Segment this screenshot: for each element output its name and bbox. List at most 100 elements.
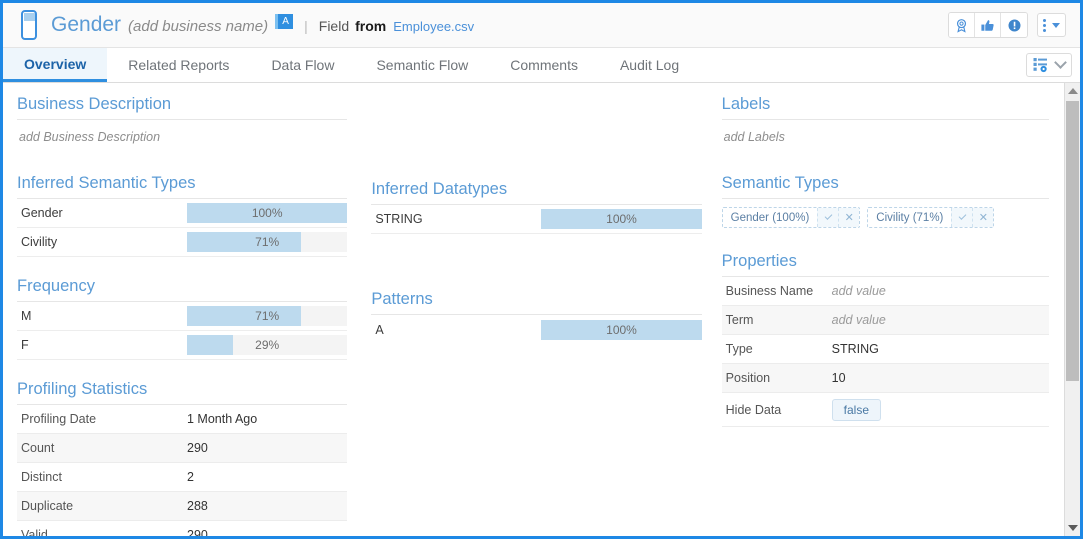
thumbs-up-icon[interactable] xyxy=(975,13,1001,37)
semantic-types-title: Semantic Types xyxy=(722,174,1049,199)
stat-key: Valid xyxy=(17,528,187,536)
bar-row: Civility 71% xyxy=(17,228,347,257)
column-field-icon xyxy=(21,10,37,40)
accept-icon[interactable] xyxy=(951,208,972,227)
bar-percent: 100% xyxy=(541,209,701,229)
bar-label: Gender xyxy=(17,206,187,220)
tab-label: Comments xyxy=(510,57,578,73)
property-key: Type xyxy=(722,342,832,356)
stat-key: Duplicate xyxy=(17,499,187,513)
layout-settings-button[interactable] xyxy=(1026,53,1072,77)
header-separator: | xyxy=(304,18,308,34)
tab-overview[interactable]: Overview xyxy=(3,48,107,82)
chevron-down-icon xyxy=(1052,23,1060,28)
bar-label: F xyxy=(17,338,187,352)
labels-input[interactable]: add Labels xyxy=(722,120,1049,144)
tab-label: Related Reports xyxy=(128,57,229,73)
hide-data-toggle[interactable]: false xyxy=(832,399,881,421)
bar-percent: 29% xyxy=(187,335,347,355)
left-column: Business Description add Business Descri… xyxy=(3,83,359,536)
tab-comments[interactable]: Comments xyxy=(489,48,599,82)
profiling-statistics-table: Profiling Date 1 Month Ago Count 290 Dis… xyxy=(17,405,347,536)
scroll-up-arrow-icon[interactable] xyxy=(1065,83,1080,99)
warning-icon[interactable] xyxy=(1001,13,1027,37)
property-key: Hide Data xyxy=(722,403,832,417)
certify-icon[interactable] xyxy=(949,13,975,37)
table-row: Position 10 xyxy=(722,364,1049,393)
right-column: Labels add Labels Semantic Types Gender … xyxy=(714,83,1063,536)
tab-related-reports[interactable]: Related Reports xyxy=(107,48,250,82)
tab-label: Data Flow xyxy=(271,57,334,73)
business-name-placeholder[interactable]: (add business name) xyxy=(128,18,268,35)
page-title: Gender xyxy=(51,13,121,37)
table-row: Profiling Date 1 Month Ago xyxy=(17,405,347,434)
bar-label: Civility xyxy=(17,235,187,249)
stat-value: 2 xyxy=(187,470,194,484)
patterns-title: Patterns xyxy=(371,290,701,315)
source-dataset-link[interactable]: Employee.csv xyxy=(393,19,474,34)
accept-icon[interactable] xyxy=(817,208,838,227)
reject-icon[interactable]: ✕ xyxy=(838,208,859,227)
property-key: Position xyxy=(722,371,832,385)
bar-track: 71% xyxy=(187,232,347,252)
properties-table: Business Name add value Term add value T… xyxy=(722,277,1049,427)
vertical-scrollbar[interactable] xyxy=(1064,83,1080,536)
bar-percent: 71% xyxy=(187,306,347,326)
bar-percent: 100% xyxy=(541,320,701,340)
tab-semantic-flow[interactable]: Semantic Flow xyxy=(355,48,489,82)
bar-row: F 29% xyxy=(17,331,347,360)
entity-type-label: Field xyxy=(319,18,349,34)
frequency-title: Frequency xyxy=(17,277,347,302)
bar-label: M xyxy=(17,309,187,323)
business-description-input[interactable]: add Business Description xyxy=(17,120,347,144)
chip-label: Civility (71%) xyxy=(868,208,951,227)
property-key: Term xyxy=(722,313,832,327)
property-value[interactable]: add value xyxy=(832,284,886,298)
inferred-datatypes-title: Inferred Datatypes xyxy=(371,180,701,205)
bar-percent: 100% xyxy=(187,203,347,223)
semantic-type-chip: Civility (71%) ✕ xyxy=(867,207,994,228)
table-row: Business Name add value xyxy=(722,277,1049,306)
property-value: 10 xyxy=(832,371,846,385)
stat-value: 1 Month Ago xyxy=(187,412,257,426)
semantic-type-chip: Gender (100%) ✕ xyxy=(722,207,861,228)
tab-label: Overview xyxy=(24,56,86,72)
page-header: Gender (add business name) A | Field fro… xyxy=(3,3,1080,48)
table-row: Count 290 xyxy=(17,434,347,463)
profiling-statistics-title: Profiling Statistics xyxy=(17,380,347,405)
tab-audit-log[interactable]: Audit Log xyxy=(599,48,700,82)
bar-track: 71% xyxy=(187,306,347,326)
tab-label: Semantic Flow xyxy=(376,57,468,73)
datatype-badge: A xyxy=(275,14,293,29)
bar-percent: 71% xyxy=(187,232,347,252)
stat-value: 290 xyxy=(187,528,208,536)
title-area: Gender (add business name) A | Field fro… xyxy=(51,13,474,37)
scrollbar-thumb[interactable] xyxy=(1066,101,1079,381)
bar-row: M 71% xyxy=(17,302,347,331)
overview-content: Business Description add Business Descri… xyxy=(3,83,1080,536)
tab-bar: Overview Related Reports Data Flow Seman… xyxy=(3,48,1080,83)
inferred-semantic-types-title: Inferred Semantic Types xyxy=(17,174,347,199)
bar-row: A 100% xyxy=(371,315,701,344)
stat-value: 288 xyxy=(187,499,208,513)
stat-key: Profiling Date xyxy=(17,412,187,426)
scroll-down-arrow-icon[interactable] xyxy=(1065,520,1080,536)
chevron-down-icon xyxy=(1054,56,1067,69)
bar-row: STRING 100% xyxy=(371,205,701,234)
table-row: Type STRING xyxy=(722,335,1049,364)
stat-value: 290 xyxy=(187,441,208,455)
table-row: Hide Data false xyxy=(722,393,1049,427)
table-row: Term add value xyxy=(722,306,1049,335)
property-value[interactable]: add value xyxy=(832,313,886,327)
tab-data-flow[interactable]: Data Flow xyxy=(250,48,355,82)
reject-icon[interactable]: ✕ xyxy=(972,208,993,227)
more-options-menu[interactable] xyxy=(1037,13,1066,37)
header-actions xyxy=(948,12,1066,38)
bar-track: 100% xyxy=(541,209,701,229)
chip-label: Gender (100%) xyxy=(723,208,818,227)
table-row: Duplicate 288 xyxy=(17,492,347,521)
datatype-badge-letter: A xyxy=(278,14,293,29)
tab-label: Audit Log xyxy=(620,57,679,73)
semantic-types-chips: Gender (100%) ✕ Civility (71%) ✕ xyxy=(722,199,1049,228)
kebab-menu-icon xyxy=(1043,19,1046,32)
